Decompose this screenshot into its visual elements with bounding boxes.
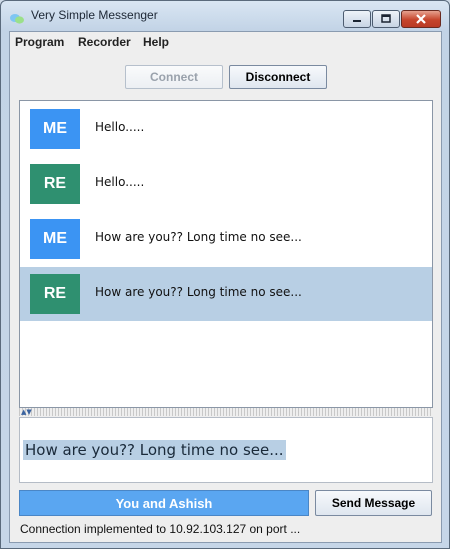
message-item[interactable]: ME How are you?? Long time no see...	[20, 212, 432, 266]
minimize-icon	[344, 11, 370, 27]
menu-recorder[interactable]: Recorder	[78, 35, 131, 49]
minimize-button[interactable]	[343, 10, 371, 28]
message-item-selected[interactable]: RE How are you?? Long time no see...	[20, 267, 432, 321]
close-icon	[402, 11, 440, 27]
status-text: Connection implemented to 10.92.103.127 …	[20, 522, 301, 536]
client-area: Program Recorder Help Connect Disconnect…	[9, 31, 442, 543]
menu-help[interactable]: Help	[143, 35, 169, 49]
send-message-button[interactable]: Send Message	[315, 490, 432, 516]
menu-program[interactable]: Program	[15, 35, 64, 49]
sender-avatar: ME	[30, 219, 80, 259]
message-item[interactable]: RE Hello.....	[20, 157, 432, 211]
message-input-text: How are you?? Long time no see...	[23, 440, 286, 460]
message-text: How are you?? Long time no see...	[95, 230, 302, 244]
messenger-app-icon	[10, 10, 24, 24]
sender-avatar: ME	[30, 109, 80, 149]
message-list[interactable]: ME Hello..... RE Hello..... ME How are y…	[19, 100, 433, 408]
disconnect-button[interactable]: Disconnect	[229, 65, 327, 89]
message-item[interactable]: ME Hello.....	[20, 102, 432, 156]
message-text: Hello.....	[95, 120, 145, 134]
split-pane-divider[interactable]: ▲▼	[19, 408, 433, 416]
connect-button[interactable]: Connect	[125, 65, 223, 89]
message-input[interactable]: How are you?? Long time no see...	[19, 417, 433, 483]
window-title: Very Simple Messenger	[31, 8, 158, 22]
message-text: How are you?? Long time no see...	[95, 285, 302, 299]
message-text: Hello.....	[95, 175, 145, 189]
maximize-button[interactable]	[372, 10, 400, 28]
app-window: Very Simple Messenger Program Recorder H…	[0, 0, 450, 549]
sender-avatar: RE	[30, 164, 80, 204]
collapse-arrows-icon[interactable]: ▲▼	[21, 408, 32, 416]
menu-bar: Program Recorder Help	[10, 32, 441, 54]
close-button[interactable]	[401, 10, 441, 28]
sender-avatar: RE	[30, 274, 80, 314]
contact-label: You and Ashish	[19, 490, 309, 516]
title-bar[interactable]: Very Simple Messenger	[1, 1, 449, 31]
maximize-icon	[373, 11, 399, 27]
